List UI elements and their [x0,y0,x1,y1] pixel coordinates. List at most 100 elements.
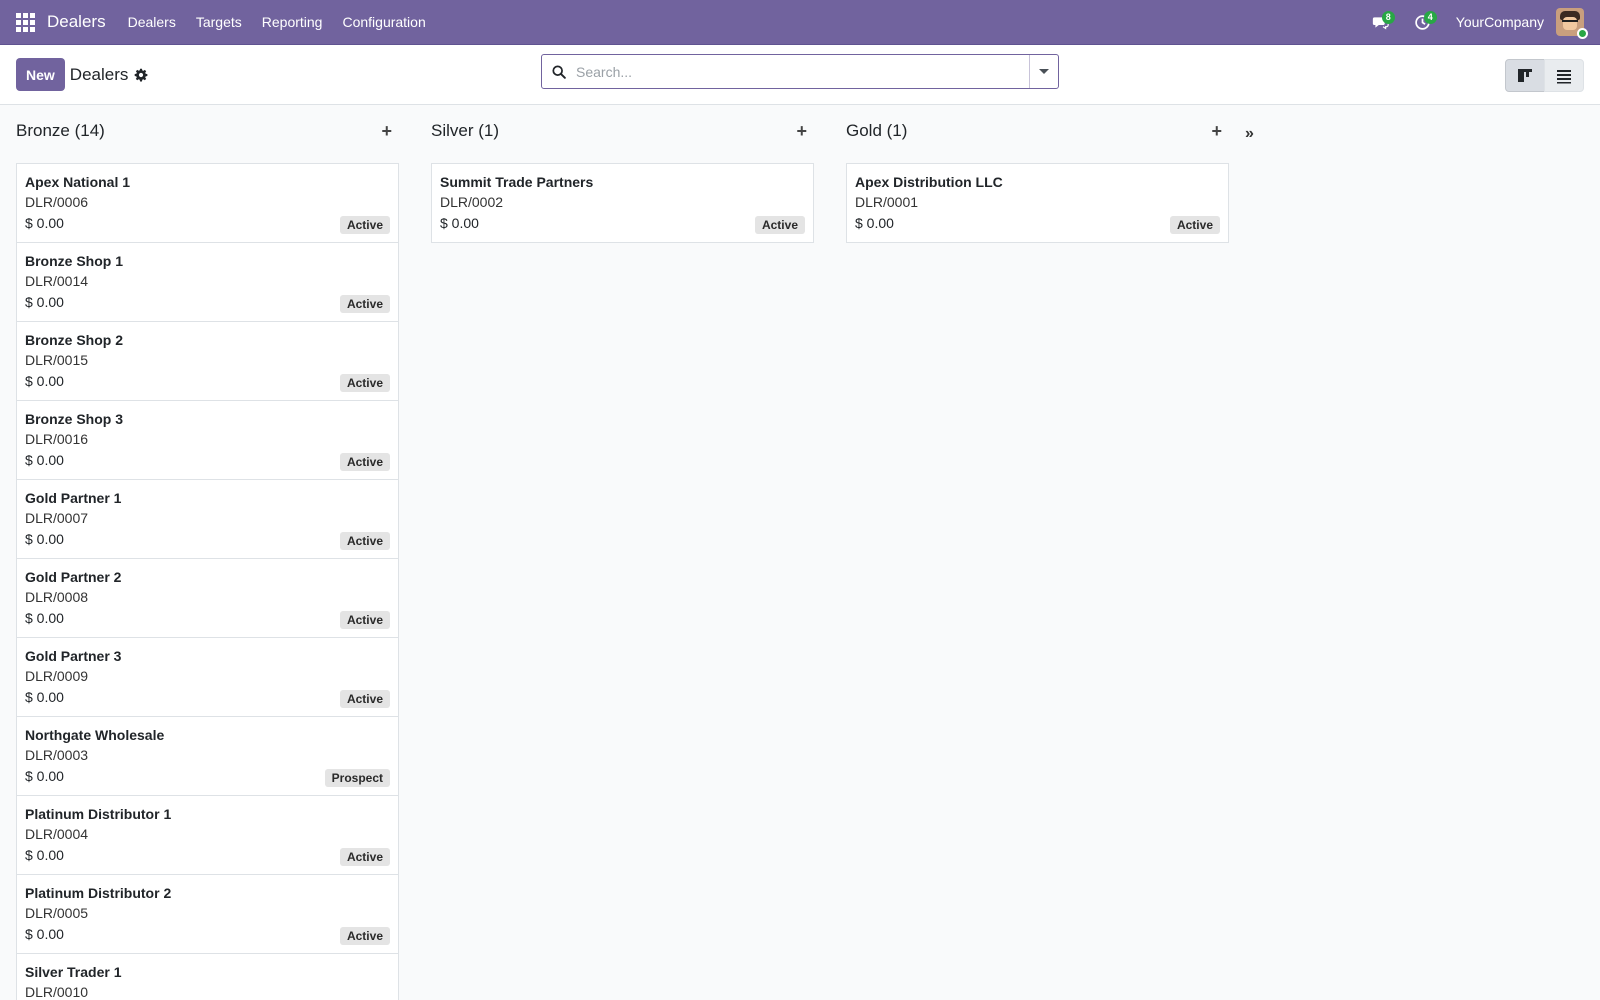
column-header: Bronze (14) + [16,105,399,157]
quick-create-plus-icon[interactable]: + [373,121,400,142]
column-header: Gold (1) + [846,105,1229,157]
card-name: Platinum Distributor 1 [25,806,172,822]
app-brand[interactable]: Dealers [47,12,106,32]
page-title: Dealers [69,64,129,84]
card-ref: DLR/0003 [25,747,89,763]
kanban-column-silver: Silver (1) + Summit Trade Partners DLR/0… [431,105,814,1000]
card-ref: DLR/0016 [25,431,89,447]
search-icon [542,64,576,79]
status-badge: Active [339,927,390,945]
status-badge: Active [339,216,390,234]
messages-counter: 8 [1381,10,1395,24]
kanban-card[interactable]: Platinum Distributor 2 DLR/0005 $ 0.00 A… [16,874,399,954]
messages-button[interactable]: 8 [1360,0,1402,45]
kanban-icon [1518,68,1532,82]
status-badge: Prospect [324,769,390,787]
card-ref: DLR/0006 [25,194,89,210]
kanban-card[interactable]: Apex Distribution LLC DLR/0001 $ 0.00 Ac… [846,163,1229,243]
search-options-toggle[interactable] [1029,55,1058,88]
card-ref: DLR/0001 [855,194,919,210]
column-title[interactable]: Bronze (14) [16,121,105,141]
kanban-board: Bronze (14) + Apex National 1 DLR/0006 $… [0,105,1600,1000]
card-ref: DLR/0004 [25,826,89,842]
kanban-card[interactable]: Apex National 1 DLR/0006 $ 0.00 Active [16,163,399,243]
card-ref: DLR/0010 [25,984,89,1000]
card-ref: DLR/0014 [25,273,89,289]
search-bar [541,54,1059,89]
kanban-view-button[interactable] [1505,59,1545,92]
card-name: Silver Trader 1 [25,964,122,980]
caret-down-icon [1039,69,1049,74]
kanban-card[interactable]: Bronze Shop 1 DLR/0014 $ 0.00 Active [16,242,399,322]
menu-reporting[interactable]: Reporting [252,0,333,45]
user-avatar[interactable] [1556,8,1588,39]
column-title[interactable]: Gold (1) [846,121,907,141]
gear-icon[interactable] [134,68,148,82]
card-amount: $ 0.00 [25,926,64,942]
list-icon [1557,69,1571,83]
search-input[interactable] [576,63,1029,80]
card-amount: $ 0.00 [25,610,64,626]
card-ref: DLR/0007 [25,510,89,526]
card-amount: $ 0.00 [855,215,894,231]
card-name: Bronze Shop 1 [25,253,124,269]
control-panel: New Dealers [0,45,1600,105]
card-ref: DLR/0008 [25,589,89,605]
card-name: Apex National 1 [25,174,131,190]
activities-button[interactable]: 4 [1402,0,1444,45]
status-badge: Active [754,216,805,234]
status-badge: Active [339,611,390,629]
card-ref: DLR/0009 [25,668,89,684]
menu-dealers[interactable]: Dealers [118,0,186,45]
kanban-card[interactable]: Gold Partner 3 DLR/0009 $ 0.00 Active [16,637,399,717]
kanban-card[interactable]: Northgate Wholesale DLR/0003 $ 0.00 Pros… [16,716,399,796]
fold-columns-chevron-icon[interactable]: » [1245,105,1254,1000]
online-status-dot [1577,28,1588,39]
card-name: Apex Distribution LLC [855,174,1003,190]
status-badge: Active [339,532,390,550]
kanban-column-gold: Gold (1) + Apex Distribution LLC DLR/000… [846,105,1229,1000]
list-view-button[interactable] [1544,59,1584,92]
card-name: Gold Partner 1 [25,490,122,506]
status-badge: Active [339,848,390,866]
kanban-card[interactable]: Summit Trade Partners DLR/0002 $ 0.00 Ac… [431,163,814,243]
view-switcher [1505,59,1584,92]
quick-create-plus-icon[interactable]: + [788,121,815,142]
card-amount: $ 0.00 [25,294,64,310]
status-badge: Active [339,453,390,471]
card-name: Gold Partner 2 [25,569,122,585]
status-badge: Active [339,690,390,708]
kanban-card[interactable]: Bronze Shop 2 DLR/0015 $ 0.00 Active [16,321,399,401]
card-name: Gold Partner 3 [25,648,122,664]
card-name: Bronze Shop 2 [25,332,124,348]
menu-configuration[interactable]: Configuration [332,0,435,45]
kanban-card[interactable]: Platinum Distributor 1 DLR/0004 $ 0.00 A… [16,795,399,875]
column-cards: Apex Distribution LLC DLR/0001 $ 0.00 Ac… [846,163,1229,243]
new-button[interactable]: New [16,58,65,91]
company-switcher[interactable]: YourCompany [1444,0,1556,45]
kanban-card[interactable]: Silver Trader 1 DLR/0010 [16,953,399,1000]
kanban-column-bronze: Bronze (14) + Apex National 1 DLR/0006 $… [16,105,399,1000]
card-amount: $ 0.00 [440,215,479,231]
activities-counter: 4 [1423,10,1437,24]
card-amount: $ 0.00 [25,215,64,231]
card-name: Northgate Wholesale [25,727,165,743]
kanban-card[interactable]: Gold Partner 2 DLR/0008 $ 0.00 Active [16,558,399,638]
status-badge: Active [339,295,390,313]
quick-create-plus-icon[interactable]: + [1203,121,1230,142]
kanban-card[interactable]: Gold Partner 1 DLR/0007 $ 0.00 Active [16,479,399,559]
card-amount: $ 0.00 [25,452,64,468]
card-ref: DLR/0015 [25,352,89,368]
kanban-card[interactable]: Bronze Shop 3 DLR/0016 $ 0.00 Active [16,400,399,480]
menu-targets[interactable]: Targets [186,0,252,45]
card-ref: DLR/0002 [440,194,504,210]
column-header: Silver (1) + [431,105,814,157]
card-name: Summit Trade Partners [440,174,594,190]
status-badge: Active [1169,216,1220,234]
column-title[interactable]: Silver (1) [431,121,499,141]
apps-menu-icon[interactable] [0,0,50,45]
card-amount: $ 0.00 [25,531,64,547]
card-amount: $ 0.00 [25,847,64,863]
card-amount: $ 0.00 [25,373,64,389]
card-name: Bronze Shop 3 [25,411,124,427]
